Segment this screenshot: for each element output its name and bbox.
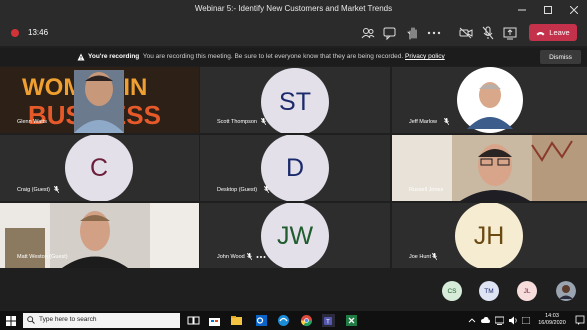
video-tile-jeff[interactable]: Jeff Marlow — [392, 67, 587, 133]
mic-muted-icon — [54, 186, 59, 193]
mini-avatar[interactable]: CS — [442, 281, 462, 301]
phone-hangup-icon — [536, 31, 545, 35]
language-icon[interactable] — [522, 317, 530, 324]
share-screen-icon[interactable] — [502, 25, 518, 41]
tile-name-label: John Wood — [217, 254, 245, 260]
camera-off-icon[interactable] — [458, 25, 474, 41]
profile-photo — [457, 67, 523, 133]
tile-name-label: Scott Thompson — [217, 119, 257, 125]
participants-icon[interactable] — [360, 25, 376, 41]
recording-banner: You're recording You are recording this … — [0, 48, 587, 66]
avatar: D — [261, 135, 329, 201]
taskbar-clock[interactable]: 14:03 16/09/2020 — [532, 313, 572, 327]
clock-date: 16/09/2020 — [538, 320, 566, 326]
more-options-icon[interactable] — [256, 255, 266, 259]
banner-text: You're recording You are recording this … — [88, 53, 445, 60]
tile-name-label: Jeff Marlow — [409, 119, 438, 125]
task-view-icon[interactable] — [187, 314, 200, 327]
more-actions-icon[interactable] — [426, 25, 442, 41]
mic-muted-icon — [444, 118, 449, 125]
store-icon[interactable] — [208, 314, 221, 327]
close-icon[interactable] — [561, 0, 587, 20]
mic-off-icon[interactable] — [480, 25, 496, 41]
avatar: JH — [455, 203, 523, 268]
video-tile-scott[interactable]: ST Scott Thompson — [200, 67, 390, 133]
cloud-icon[interactable] — [481, 316, 490, 325]
avatar: ST — [261, 68, 329, 133]
avatar: JW — [261, 203, 329, 268]
window-title: Webinar 5:- Identify New Customers and M… — [194, 4, 393, 13]
search-icon — [27, 316, 35, 324]
meeting-timer: 13:46 — [28, 28, 49, 37]
mic-muted-icon — [264, 186, 269, 193]
chevron-up-icon[interactable] — [468, 317, 476, 324]
taskbar: Type here to search T 14:03 16/09/2020 — [0, 311, 587, 330]
tile-name-label: Craig (Guest) — [17, 187, 51, 193]
meeting-toolbar: 13:46 Leave — [0, 20, 587, 46]
privacy-policy-link[interactable]: Privacy policy — [405, 53, 445, 60]
search-placeholder: Type here to search — [39, 316, 97, 323]
mic-muted-icon — [247, 253, 252, 260]
video-tile-desktop[interactable]: D Desktop (Guest) — [200, 135, 390, 201]
clock-time: 14:03 — [545, 313, 559, 319]
edge-icon[interactable] — [277, 314, 290, 327]
video-tile-joe[interactable]: JH Joe Hunt — [392, 203, 587, 268]
svg-text:T: T — [326, 320, 330, 326]
chat-icon[interactable] — [382, 25, 398, 41]
banner-heading: You're recording — [88, 53, 140, 60]
tile-name-label: Desktop (Guest) — [217, 187, 258, 193]
video-tile-matt[interactable]: Matt Weston (Guest) — [0, 203, 199, 268]
tile-name-label: Joe Hunt — [409, 254, 432, 260]
dismiss-button[interactable]: Dismiss — [540, 50, 581, 64]
maximize-icon[interactable] — [535, 0, 561, 20]
tile-name-label: Russell Jones — [409, 187, 444, 193]
minimize-icon[interactable] — [509, 0, 535, 20]
outlook-icon[interactable] — [255, 314, 268, 327]
taskbar-search-box[interactable]: Type here to search — [23, 313, 180, 328]
windows-start-icon[interactable] — [6, 316, 16, 326]
leave-label: Leave — [549, 28, 570, 37]
volume-icon[interactable] — [509, 316, 519, 325]
title-bar: Webinar 5:- Identify New Customers and M… — [0, 0, 587, 20]
mini-avatar-photo[interactable] — [556, 281, 576, 301]
avatar: C — [65, 135, 133, 201]
participant-strip: CS TM JL — [0, 268, 587, 311]
raise-hand-icon[interactable] — [405, 25, 421, 41]
video-tile-john[interactable]: JW John Wood — [200, 203, 390, 268]
tile-name-label: Matt Weston (Guest) — [17, 254, 68, 260]
chrome-icon[interactable] — [300, 314, 313, 327]
tile-name-label: Glenn Watts — [17, 119, 48, 125]
teams-window: Webinar 5:- Identify New Customers and M… — [0, 0, 587, 330]
video-tile-glenn[interactable]: WOMEN IN BUSINESS Glenn Watts — [0, 67, 199, 133]
video-tile-russell[interactable]: Russell Jones — [392, 135, 587, 201]
banner-message: You are recording this meeting. Be sure … — [142, 53, 404, 60]
mini-avatar[interactable]: TM — [479, 281, 499, 301]
notification-icon[interactable] — [575, 315, 585, 325]
leave-button[interactable]: Leave — [529, 24, 577, 41]
warning-icon — [77, 53, 85, 61]
network-icon[interactable] — [495, 316, 504, 325]
file-explorer-icon[interactable] — [230, 314, 243, 327]
teams-icon[interactable]: T — [322, 314, 335, 327]
mic-muted-icon — [432, 253, 437, 260]
mini-avatar[interactable]: JL — [517, 281, 537, 301]
excel-icon[interactable] — [345, 314, 358, 327]
mic-muted-icon — [261, 118, 266, 125]
video-tile-craig[interactable]: C Craig (Guest) — [0, 135, 199, 201]
recording-indicator-icon — [11, 29, 19, 37]
